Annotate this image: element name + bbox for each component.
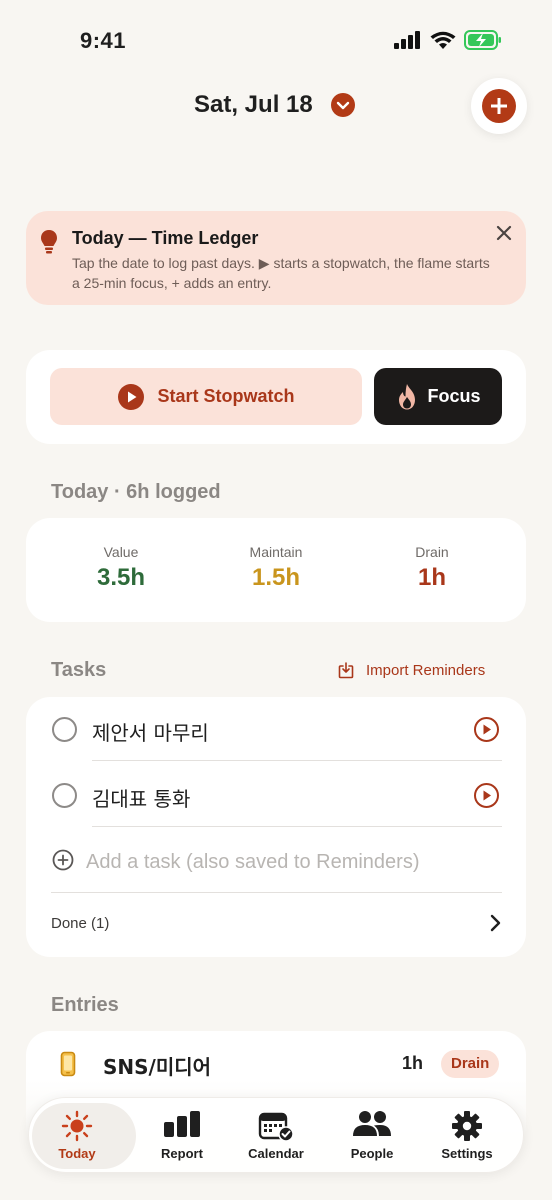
task-label[interactable]: 제안서 마무리 [92, 717, 209, 746]
import-reminders-button[interactable]: Import Reminders [338, 662, 485, 679]
focus-label: Focus [427, 386, 481, 406]
play-circle-icon [118, 383, 145, 410]
sun-icon [61, 1110, 93, 1142]
stat-label: Maintain [249, 544, 303, 560]
stat-amount: 1h [417, 564, 446, 591]
plus-icon [482, 89, 516, 123]
add-task-input[interactable] [86, 847, 506, 877]
date-title[interactable]: Sat, Jul 18 [194, 91, 313, 119]
tasks-card: 제안서 마무리 김대표 통화 Done (1) [26, 697, 526, 957]
entries-title: Entries [51, 994, 119, 1016]
tab-settings[interactable]: Settings [419, 1098, 515, 1174]
play-circle-icon[interactable] [473, 782, 500, 809]
tab-label: People [350, 1146, 394, 1161]
category-badge: Drain [441, 1050, 500, 1078]
task-label[interactable]: 김대표 통화 [92, 783, 190, 812]
summary-title: Today · 6h logged [51, 481, 221, 503]
tab-bar: Today Report Calendar People Settings [28, 1097, 524, 1173]
stat-maintain: Maintain 1.5h [206, 544, 346, 592]
add-task-row [26, 829, 526, 893]
lightbulb-icon [41, 230, 57, 254]
add-entry-button[interactable] [471, 78, 527, 134]
phone-icon [60, 1051, 76, 1077]
stat-amount: 3.5h [96, 564, 146, 591]
done-label: Done (1) [51, 915, 110, 932]
entry-duration: 1h [402, 1053, 424, 1073]
start-stopwatch-button[interactable]: Start Stopwatch [50, 368, 362, 425]
tab-label: Calendar [248, 1146, 304, 1161]
tasks-title: Tasks [51, 659, 107, 681]
gear-icon [452, 1111, 482, 1141]
date-picker-chevron-icon[interactable] [331, 93, 355, 117]
stat-drain: Drain 1h [362, 544, 502, 592]
task-checkbox[interactable] [52, 717, 77, 742]
stat-amount: 1.5h [251, 564, 301, 591]
status-icons [394, 30, 502, 50]
timer-actions-card: Start Stopwatch Focus [26, 350, 526, 444]
focus-button[interactable]: Focus [374, 368, 502, 425]
battery-charging-icon [464, 30, 501, 50]
tab-label: Today [58, 1146, 96, 1161]
calendar-check-icon [258, 1112, 294, 1142]
play-circle-icon[interactable] [473, 716, 500, 743]
tab-today[interactable]: Today [29, 1098, 136, 1174]
start-stopwatch-label: Start Stopwatch [157, 386, 295, 406]
task-row: 김대표 통화 [26, 763, 526, 829]
divider [92, 760, 502, 761]
summary-card: Value 3.5h Maintain 1.5h Drain 1h [26, 518, 526, 622]
tab-people[interactable]: People [324, 1098, 420, 1174]
close-icon[interactable] [494, 223, 514, 243]
task-checkbox[interactable] [52, 783, 77, 808]
tip-text: Tap the date to log past days. ▶ starts … [72, 255, 490, 291]
add-circle-icon [52, 849, 74, 871]
tip-title: Today — Time Ledger [72, 228, 259, 248]
entry-label: SNS/미디어 [103, 1055, 212, 1079]
flame-icon [399, 383, 416, 409]
task-row: 제안서 마무리 [26, 697, 526, 763]
chevron-right-icon [490, 914, 501, 932]
status-time: 9:41 [80, 28, 127, 53]
tab-label: Report [161, 1146, 203, 1161]
import-icon [338, 662, 354, 679]
bar-chart-icon [164, 1111, 200, 1137]
status-bar: 9:41 [0, 0, 552, 80]
tip-card: Today — Time Ledger Tap the date to log … [26, 211, 526, 305]
people-icon [353, 1111, 391, 1136]
stat-label: Value [103, 544, 139, 560]
header: Sat, Jul 18 [0, 85, 552, 129]
tab-calendar[interactable]: Calendar [228, 1098, 324, 1174]
signal-icon [394, 31, 420, 49]
stat-label: Drain [415, 544, 449, 560]
chevron-down-icon [336, 101, 350, 110]
wifi-icon [430, 31, 456, 49]
divider [92, 826, 502, 827]
import-reminders-label: Import Reminders [366, 662, 486, 679]
stat-value: Value 3.5h [51, 544, 191, 592]
tab-label: Settings [441, 1146, 493, 1161]
tab-report[interactable]: Report [134, 1098, 230, 1174]
done-tasks-row[interactable]: Done (1) [26, 893, 526, 955]
